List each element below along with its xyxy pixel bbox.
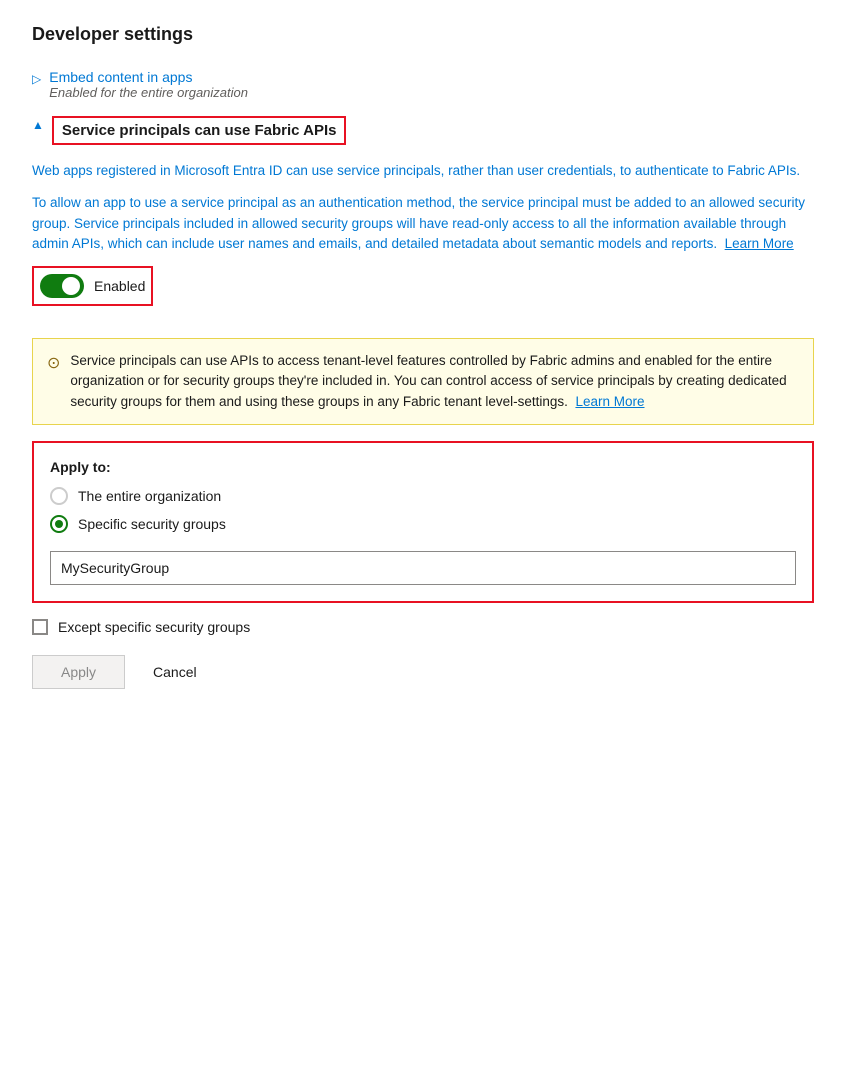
embed-content-section: ▷ Embed content in apps Enabled for the …: [32, 65, 814, 104]
learn-more-link-2[interactable]: Learn More: [575, 394, 644, 409]
apply-to-label: Apply to:: [50, 459, 796, 475]
description-1: Web apps registered in Microsoft Entra I…: [32, 161, 814, 181]
radio-specific-groups[interactable]: Specific security groups: [50, 515, 796, 533]
embed-chevron-icon: ▷: [32, 72, 41, 86]
toggle-thumb: [62, 277, 80, 295]
service-principals-title-box: Service principals can use Fabric APIs: [52, 116, 347, 145]
warning-box: ⊙ Service principals can use APIs to acc…: [32, 338, 814, 425]
embed-content-subtitle: Enabled for the entire organization: [49, 85, 248, 100]
enabled-toggle[interactable]: [40, 274, 84, 298]
page-title: Developer settings: [32, 24, 814, 45]
except-checkbox[interactable]: [32, 619, 48, 635]
except-section: Except specific security groups: [32, 619, 814, 635]
embed-content-text: Embed content in apps Enabled for the en…: [49, 69, 248, 100]
security-group-input[interactable]: [50, 551, 796, 585]
service-principals-chevron-icon: ▲: [32, 118, 44, 132]
embed-content-toggle[interactable]: ▷ Embed content in apps Enabled for the …: [32, 65, 814, 104]
embed-content-label: Embed content in apps: [49, 69, 248, 85]
service-principals-section: ▲ Service principals can use Fabric APIs…: [32, 116, 814, 689]
except-label: Except specific security groups: [58, 619, 250, 635]
toggle-container: Enabled: [32, 266, 814, 322]
radio-specific-groups-circle[interactable]: [50, 515, 68, 533]
description-2: To allow an app to use a service princip…: [32, 193, 814, 254]
radio-entire-org-circle[interactable]: [50, 487, 68, 505]
toggle-row[interactable]: Enabled: [32, 266, 153, 306]
service-principals-title: Service principals can use Fabric APIs: [62, 122, 337, 139]
learn-more-link-1[interactable]: Learn More: [725, 236, 794, 251]
warning-text: Service principals can use APIs to acces…: [70, 351, 799, 412]
cancel-button[interactable]: Cancel: [141, 656, 209, 688]
apply-button[interactable]: Apply: [32, 655, 125, 689]
warning-icon: ⊙: [47, 352, 60, 412]
radio-entire-org-label: The entire organization: [78, 488, 221, 504]
action-buttons: Apply Cancel: [32, 655, 814, 689]
radio-entire-org[interactable]: The entire organization: [50, 487, 796, 505]
apply-to-section: Apply to: The entire organization Specif…: [32, 441, 814, 603]
toggle-label: Enabled: [94, 278, 145, 294]
service-principals-header: ▲ Service principals can use Fabric APIs: [32, 116, 814, 145]
radio-specific-groups-label: Specific security groups: [78, 516, 226, 532]
